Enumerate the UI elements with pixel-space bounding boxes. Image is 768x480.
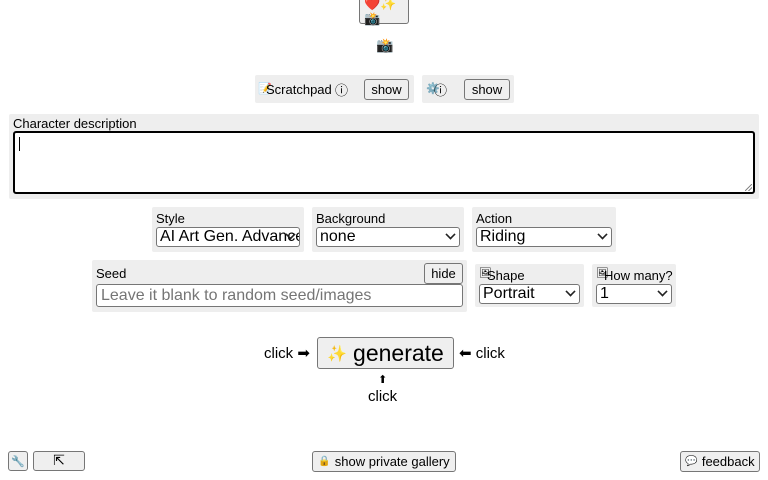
up-arrow-icon: ⬆ [378, 373, 388, 386]
count-panel: 🖼 How many? 1 [592, 264, 676, 307]
collapse-button[interactable]: ⇱ [33, 451, 85, 471]
settings-show-button[interactable]: show [464, 79, 510, 100]
seed-panel: Seed hide Leave it blank to random seed/… [92, 260, 467, 312]
seed-label: Seed [96, 266, 127, 281]
background-label: Background [316, 211, 386, 226]
generate-button[interactable]: ✨ generate [317, 337, 454, 369]
scratchpad-label: Scratchpad [266, 82, 332, 97]
click-hint-right: ⬅ click [459, 345, 505, 362]
action-panel: Action Riding [472, 207, 616, 252]
private-gallery-label: show private gallery [334, 454, 450, 469]
style-label: Style [156, 211, 185, 226]
scratchpad-show-button[interactable]: show [364, 79, 409, 100]
style-select-value: AI Art Gen. Advanced [160, 228, 300, 245]
action-select[interactable]: Riding [476, 227, 612, 247]
sparkles-icon: ✨ [327, 343, 348, 363]
style-panel: Style AI Art Gen. Advanced [152, 207, 304, 252]
description-panel: Character description [9, 114, 759, 199]
wrench-button[interactable]: 🔧 [8, 451, 28, 471]
count-select-value: 1 [600, 285, 609, 302]
chevron-down-icon [565, 286, 576, 297]
seed-input[interactable]: Leave it blank to random seed/images [96, 284, 463, 307]
resize-handle-icon[interactable] [745, 184, 752, 191]
text-cursor [19, 137, 20, 151]
feedback-button[interactable]: 💬 feedback [680, 451, 760, 472]
description-label: Character description [13, 116, 137, 131]
click-hint-below: click [368, 388, 398, 405]
action-select-value: Riding [480, 228, 526, 245]
background-select-value: none [320, 228, 356, 245]
shape-select-value: Portrait [483, 285, 535, 302]
shape-label: Shape [487, 268, 525, 283]
info-icon[interactable]: ⓘ [434, 80, 447, 99]
settings-panel: ⚙️ ⓘ show [422, 75, 514, 103]
generate-label: generate [353, 339, 444, 366]
shape-panel: 🖼 Shape Portrait [475, 264, 584, 307]
speech-bubble-icon: 💬 [685, 456, 698, 467]
chevron-down-icon [597, 229, 608, 240]
style-select[interactable]: AI Art Gen. Advanced [156, 227, 300, 247]
scratchpad-panel: 📝 Scratchpad ⓘ show [255, 75, 414, 103]
background-select[interactable]: none [316, 227, 460, 247]
camera-icon: 📸 [376, 38, 394, 54]
chevron-down-icon [445, 229, 456, 240]
top-emoji-button[interactable]: ❤️✨📸 [359, 0, 409, 27]
background-panel: Background none [312, 207, 464, 252]
seed-input-placeholder: Leave it blank to random seed/images [101, 287, 372, 304]
action-label: Action [476, 211, 513, 226]
seed-hide-button[interactable]: hide [424, 263, 463, 284]
chevron-down-icon [657, 286, 668, 297]
count-select[interactable]: 1 [596, 284, 672, 304]
private-gallery-button[interactable]: 🔒 show private gallery [312, 451, 456, 472]
info-icon[interactable]: ⓘ [335, 80, 348, 99]
click-hint-left: click ➡ [264, 345, 310, 362]
shape-select[interactable]: Portrait [479, 284, 580, 304]
description-textarea[interactable] [13, 131, 755, 194]
feedback-label: feedback [701, 454, 755, 469]
count-label: How many? [604, 268, 673, 283]
lock-icon: 🔒 [318, 456, 331, 467]
